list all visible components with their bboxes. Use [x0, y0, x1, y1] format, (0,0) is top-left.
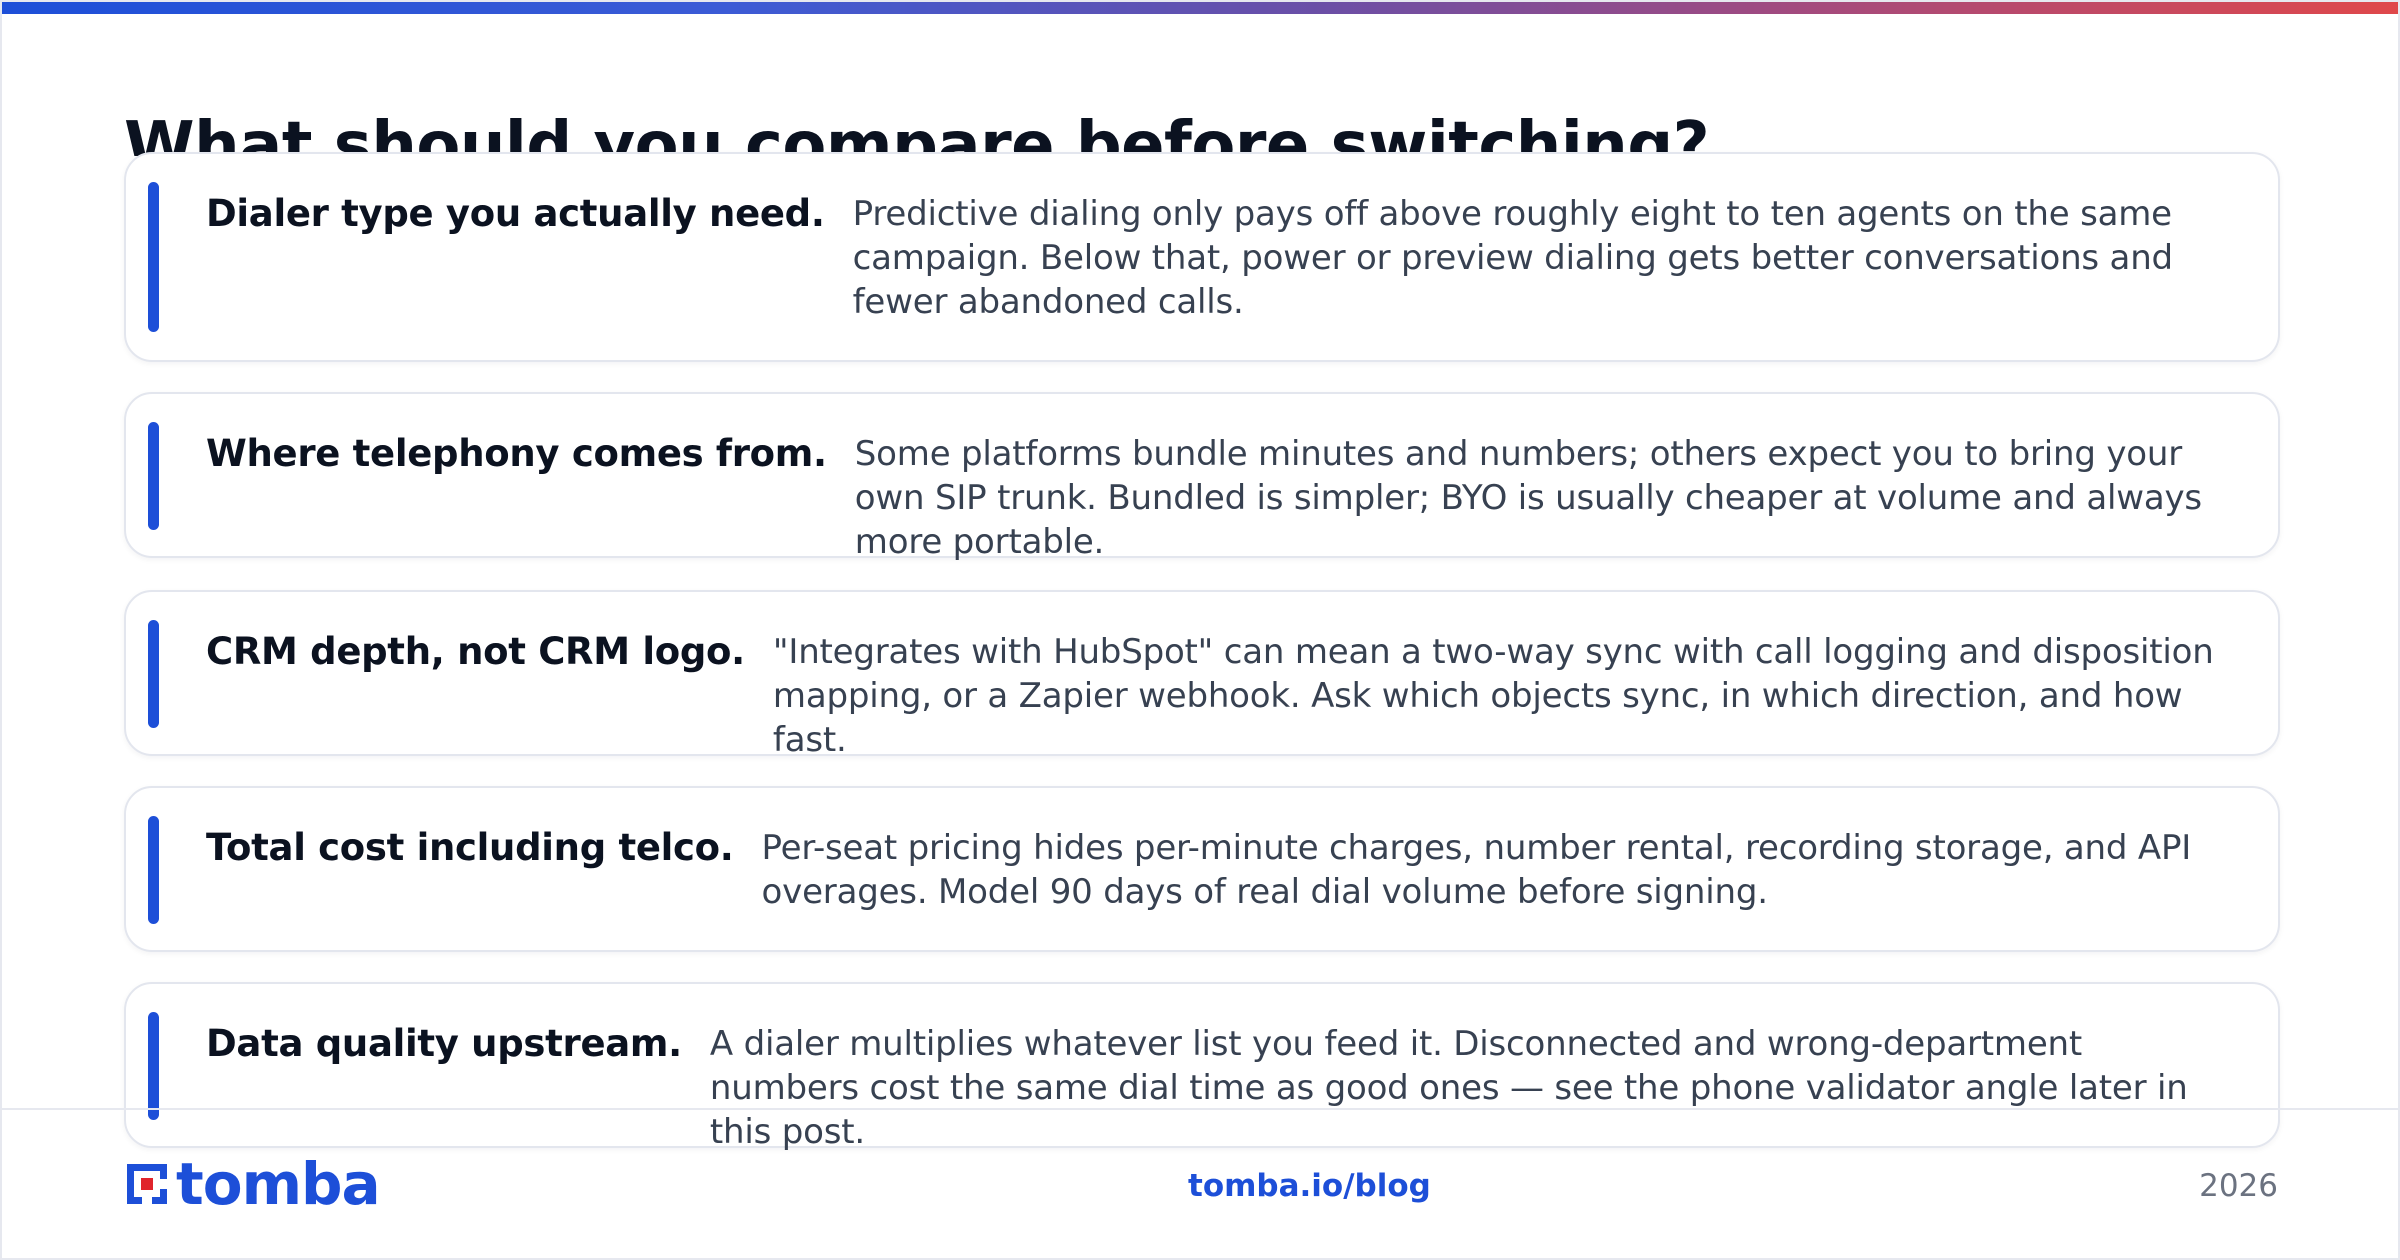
list-item-total-cost: Total cost including telco. Per-seat pri… — [124, 786, 2280, 952]
list-item-data-quality: Data quality upstream. A dialer multipli… — [124, 982, 2280, 1152]
list-item-dialer-type: Dialer type you actually need. Predictiv… — [124, 152, 2280, 362]
card-text: A dialer multiplies whatever list you fe… — [709, 1024, 2188, 1152]
card-body: Data quality upstream. A dialer multipli… — [206, 1022, 2218, 1154]
card-accent-bar — [148, 1012, 159, 1120]
card-heading: Data quality upstream. — [206, 1022, 682, 1065]
card-heading: CRM depth, not CRM logo. — [206, 630, 745, 673]
list-item-telephony: Where telephony comes from. Some platfor… — [124, 392, 2280, 562]
blog-link[interactable]: tomba.io/blog — [1188, 1168, 1431, 1204]
card-text: "Integrates with HubSpot" can mean a two… — [772, 632, 2214, 760]
card-accent-bar — [148, 620, 159, 728]
card-heading: Total cost including telco. — [206, 826, 734, 869]
list-item-crm-depth: CRM depth, not CRM logo. "Integrates wit… — [124, 590, 2280, 760]
card-accent-bar — [148, 816, 159, 924]
card-body: CRM depth, not CRM logo. "Integrates wit… — [206, 630, 2218, 762]
card-accent-bar — [148, 182, 159, 332]
page-title: What should you compare before switching… — [124, 114, 1710, 156]
logo-wordmark: tomba — [176, 1150, 381, 1218]
card-text: Predictive dialing only pays off above r… — [852, 194, 2173, 322]
logo-mark-icon — [127, 1164, 167, 1204]
footer-year: 2026 — [2199, 1168, 2278, 1204]
card-heading: Dialer type you actually need. — [206, 192, 825, 235]
card-heading: Where telephony comes from. — [206, 432, 827, 475]
blog-slide: What should you compare before switching… — [0, 0, 2400, 1260]
card-text: Some platforms bundle minutes and number… — [854, 434, 2202, 562]
tomba-logo: tomba — [124, 1150, 381, 1218]
card-body: Total cost including telco. Per-seat pri… — [206, 826, 2218, 914]
card-body: Dialer type you actually need. Predictiv… — [206, 192, 2218, 324]
footer-divider — [2, 1108, 2398, 1110]
card-accent-bar — [148, 422, 159, 530]
card-text: Per-seat pricing hides per-minute charge… — [761, 828, 2192, 912]
card-body: Where telephony comes from. Some platfor… — [206, 432, 2218, 564]
top-gradient-bar — [2, 2, 2398, 14]
